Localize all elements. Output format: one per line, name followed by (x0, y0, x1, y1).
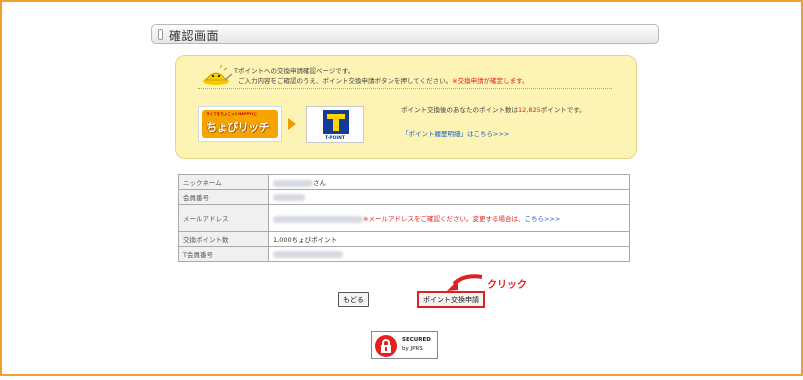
nickname-label: ニックネーム (178, 174, 269, 190)
intro-instruction: ご入力内容をご確認のうえ、ポイント交換申請ボタンを押してください。 (238, 77, 453, 85)
intro-warning: ※交換申請が確定します。 (452, 77, 529, 85)
points-value: 12,825 (518, 106, 541, 114)
seal-line-2: by JPRS (402, 346, 423, 352)
nickname-suffix: さん (313, 179, 326, 187)
chobirich-name: ちょびリッチ (206, 121, 270, 134)
table-row: 会員番号 (178, 189, 630, 205)
exchange-points-value: 1,000ちょびポイント (268, 231, 630, 247)
tpoint-name: T-POINT (325, 136, 345, 141)
email-change-note: ※メールアドレスをご確認ください。変更する場合は、 (363, 215, 525, 223)
points-suffix: ポイントです。 (540, 106, 586, 114)
exchange-info-panel: Tポイントへの交換申請確認ページです。 ご入力内容をご確認のうえ、ポイント交換申… (175, 55, 637, 159)
arrow-right-icon (288, 118, 296, 130)
table-row: ニックネーム さん (178, 174, 630, 190)
t-member-number-label: T会員番号 (178, 246, 269, 262)
section-header: 確認画面 (151, 24, 659, 44)
nickname-value: さん (268, 174, 630, 190)
redacted-member-number (273, 193, 305, 201)
padlock-icon (375, 335, 397, 357)
chobirich-logo: ライフをちょこっとHAPPY!に ちょびリッチ (198, 106, 282, 142)
apply-exchange-button[interactable]: ポイント交換申請 (417, 291, 485, 308)
member-number-value (268, 189, 630, 205)
point-history-link[interactable]: 「ポイント履歴明細」はこちら>>> (402, 128, 509, 138)
click-annotation: クリック (487, 280, 527, 291)
jprs-security-seal[interactable]: SECURED by JPRS (371, 331, 438, 359)
divider (198, 88, 612, 89)
t-member-number-value (268, 246, 630, 262)
member-number-label: 会員番号 (178, 189, 269, 205)
chobirich-tagline: ライフをちょこっとHAPPY!に (206, 112, 257, 116)
back-button[interactable]: もどる (338, 292, 369, 307)
confirmation-table: ニックネーム さん 会員番号 メールアドレス ※メールアドレスをご確認ください。… (178, 174, 630, 262)
redacted-email (273, 215, 363, 223)
email-value: ※メールアドレスをご確認ください。変更する場合は、こちら>>> (268, 204, 630, 232)
tpoint-logo: T-POINT (306, 106, 364, 143)
exchange-points-label: 交換ポイント数 (178, 231, 269, 247)
table-row: T会員番号 (178, 246, 630, 262)
mascot-icon (203, 64, 233, 85)
seal-line-1: SECURED (402, 337, 431, 343)
page-title: 確認画面 (169, 29, 220, 43)
email-change-link[interactable]: こちら>>> (524, 215, 560, 223)
points-after-exchange: ポイント交換後のあなたのポイント数は12,825ポイントです。 (401, 106, 626, 115)
header-marker-icon (158, 29, 163, 40)
table-row: メールアドレス ※メールアドレスをご確認ください。変更する場合は、こちら>>> (178, 204, 630, 232)
email-label: メールアドレス (178, 204, 269, 232)
intro-line-1: Tポイントへの交換申請確認ページです。 (234, 67, 355, 75)
redacted-nickname (273, 179, 313, 187)
table-row: 交換ポイント数 1,000ちょびポイント (178, 231, 630, 247)
intro-line-2: ご入力内容をご確認のうえ、ポイント交換申請ボタンを押してください。※交換申請が確… (238, 75, 528, 85)
points-prefix: ポイント交換後のあなたのポイント数は (401, 106, 518, 114)
redacted-t-member-number (273, 250, 343, 258)
